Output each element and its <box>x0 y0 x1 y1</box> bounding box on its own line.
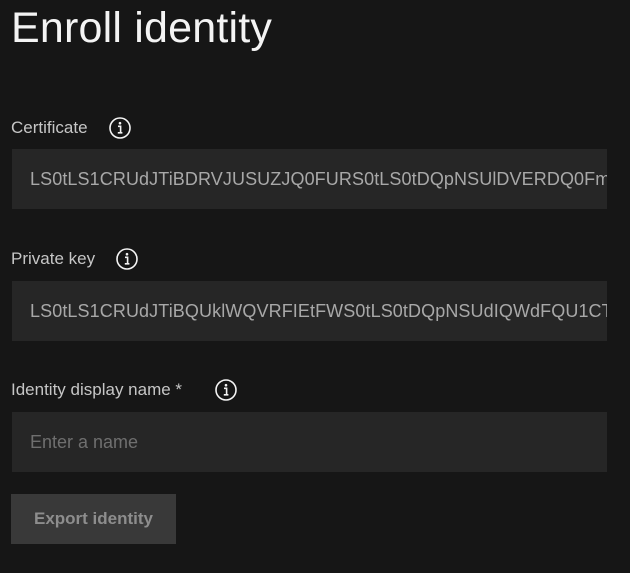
display-name-input[interactable] <box>12 412 607 472</box>
enroll-identity-panel: Enroll identity Certificate LS0tLS1CRUdJ… <box>0 0 630 573</box>
page-title: Enroll identity <box>11 4 273 52</box>
certificate-label: Certificate <box>11 118 88 137</box>
info-icon[interactable] <box>108 116 132 140</box>
certificate-label-row: Certificate <box>11 115 132 141</box>
private-key-field[interactable]: LS0tLS1CRUdJTiBQUklWQVRFIEtFWS0tLS0tDQpN… <box>12 281 607 341</box>
info-icon[interactable] <box>214 378 238 402</box>
certificate-field[interactable]: LS0tLS1CRUdJTiBDRVJUSUZJQ0FURS0tLS0tDQpN… <box>12 149 607 209</box>
certificate-value: LS0tLS1CRUdJTiBDRVJUSUZJQ0FURS0tLS0tDQpN… <box>30 169 607 189</box>
private-key-value: LS0tLS1CRUdJTiBQUklWQVRFIEtFWS0tLS0tDQpN… <box>30 301 607 321</box>
private-key-label: Private key <box>11 249 96 268</box>
display-name-label: Identity display name * <box>11 380 183 399</box>
display-name-label-row: Identity display name * <box>11 377 238 403</box>
export-identity-button[interactable]: Export identity <box>11 494 176 544</box>
display-name-field <box>12 412 607 472</box>
private-key-label-row: Private key <box>11 246 139 272</box>
info-icon[interactable] <box>115 247 139 271</box>
